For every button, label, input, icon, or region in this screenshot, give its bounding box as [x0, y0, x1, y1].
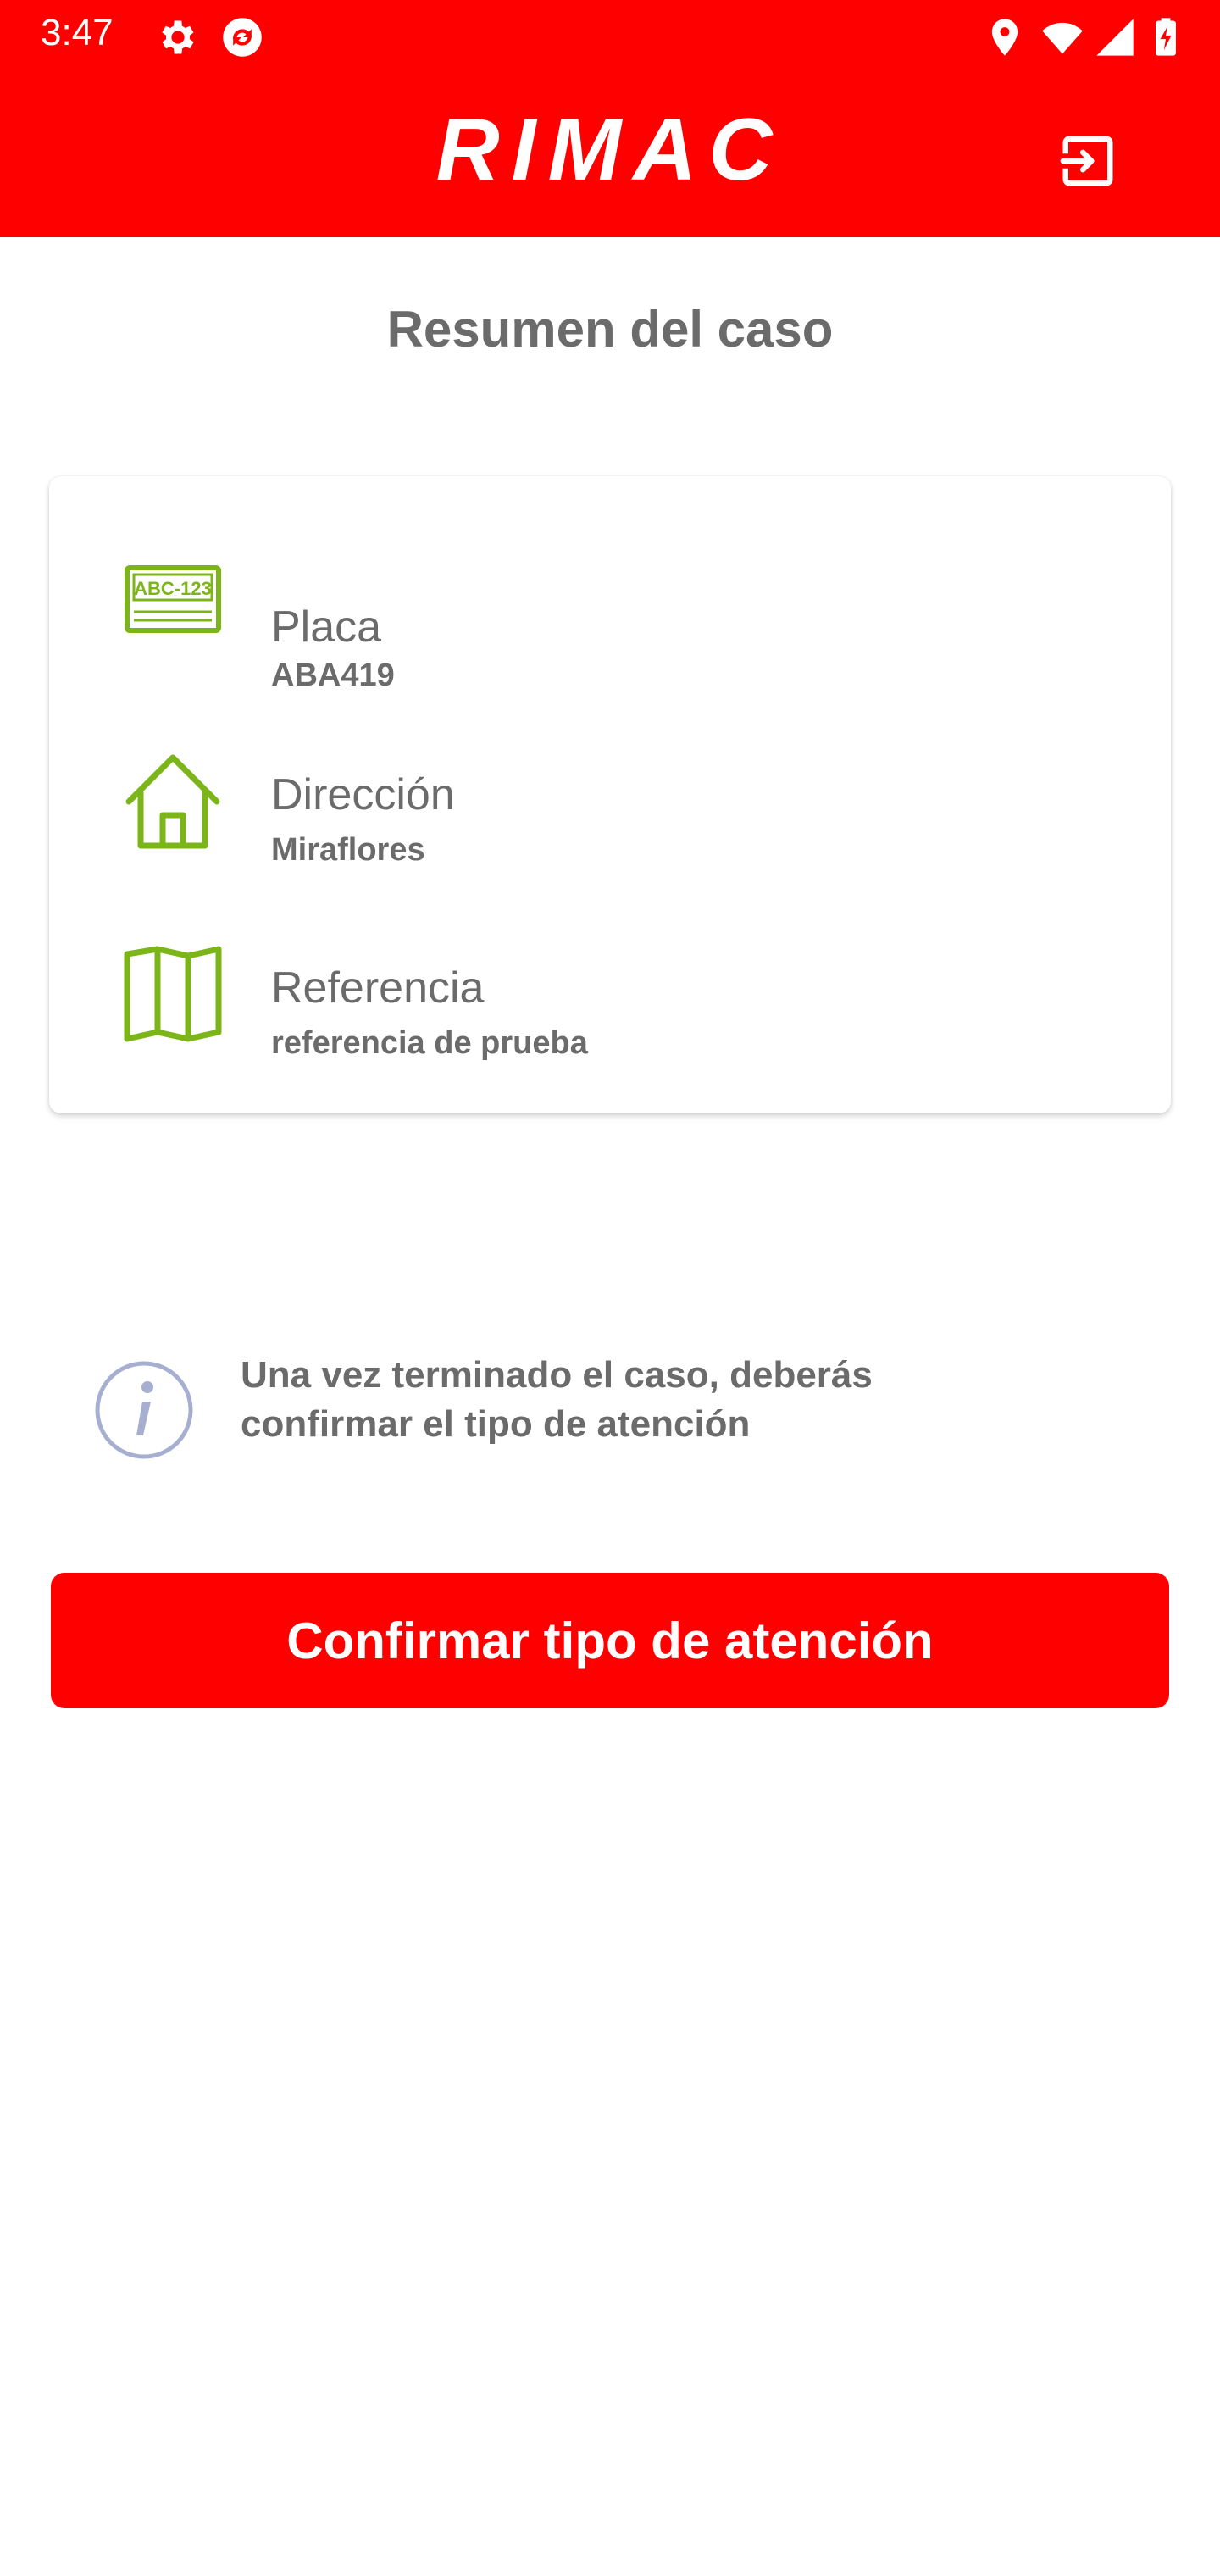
screen: 3:47 RIMAC Resumen del caso ABC-123 Plac…	[0, 0, 1220, 2576]
logout-icon	[1060, 136, 1113, 186]
license-plate-icon: ABC-123	[125, 565, 221, 633]
signal-icon	[1096, 19, 1134, 56]
summary-item-referencia: Referencia referencia de prueba	[49, 946, 1171, 1098]
info-text-line: confirmar el tipo de atención	[241, 1403, 751, 1445]
svg-text:RIMAC: RIMAC	[436, 102, 785, 195]
status-time: 3:47	[41, 12, 114, 53]
location-icon	[991, 19, 1018, 56]
svg-text:ABC-123: ABC-123	[134, 578, 212, 599]
info-note: Una vez terminado el caso, deberás confi…	[93, 1351, 1144, 1469]
summary-item-value: referencia de prueba	[271, 1025, 588, 1061]
confirm-attention-type-button[interactable]: Confirmar tipo de atención	[51, 1573, 1169, 1708]
info-text: Una vez terminado el caso, deberás confi…	[241, 1351, 1003, 1449]
summary-item-label: Dirección	[271, 770, 455, 819]
house-icon	[125, 754, 220, 849]
info-icon	[95, 1361, 193, 1459]
summary-item-placa: ABC-123 Placa ABA419	[49, 541, 1171, 693]
page-title: Resumen del caso	[386, 301, 834, 358]
app-bar: RIMAC	[0, 71, 1220, 237]
summary-item-label: Referencia	[271, 963, 485, 1013]
logout-button[interactable]	[1047, 120, 1128, 202]
summary-card: ABC-123 Placa ABA419 Dirección Miraflore…	[49, 476, 1171, 1113]
status-bar: 3:47	[0, 0, 1220, 71]
sync-app-icon	[223, 18, 262, 57]
info-text-line: Una vez terminado el caso, deberás	[241, 1354, 873, 1396]
summary-item-direccion: Dirección Miraflores	[49, 752, 1171, 905]
gear-icon	[162, 20, 194, 54]
summary-item-label: Placa	[271, 602, 382, 652]
wifi-icon	[1042, 22, 1083, 54]
battery-charging-icon	[1156, 18, 1176, 56]
summary-item-value: ABA419	[271, 658, 395, 693]
summary-item-value: Miraflores	[271, 832, 425, 868]
map-icon	[124, 946, 222, 1042]
rimac-logo: RIMAC	[436, 102, 785, 195]
